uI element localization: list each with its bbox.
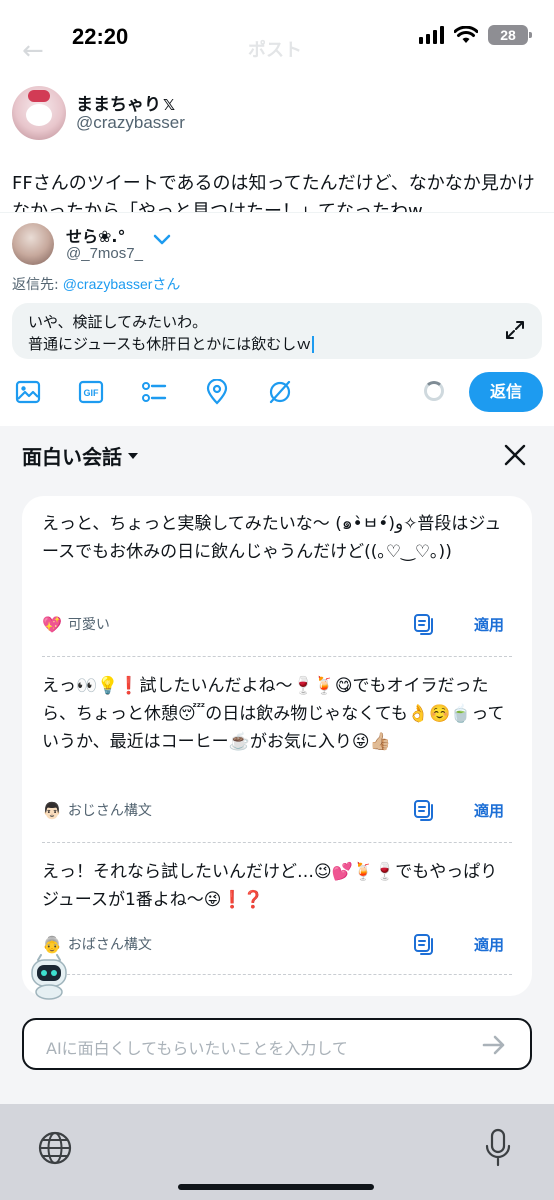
back-arrow-icon[interactable]: ← — [22, 36, 44, 66]
ai-assist-icon[interactable] — [267, 379, 293, 405]
apply-button[interactable]: 適用 — [474, 800, 504, 821]
status-icons: 28 — [419, 25, 532, 45]
reply-text-line: 普通にジュースも休肝日とかには飲むしｗ — [28, 333, 315, 354]
suggestions-list[interactable]: えっと、ちょっと実験してみたいな〜 (๑•̀ㅂ•́)و✧普段はジュースでもお休み… — [22, 496, 532, 996]
status-time: 22:20 — [72, 24, 129, 49]
copy-icon[interactable] — [412, 798, 436, 822]
reply-text-field[interactable]: いや、検証してみたいわ。 普通にジュースも休肝日とかには飲むしｗ — [12, 303, 542, 359]
text-caret — [312, 336, 315, 353]
robot-mascot-icon[interactable] — [24, 954, 74, 1000]
caret-down-icon — [128, 452, 138, 459]
tone-selector[interactable]: 面白い会話 — [22, 441, 138, 470]
wifi-icon — [454, 26, 478, 43]
reply-button[interactable]: 返信 — [469, 372, 543, 412]
divider — [42, 842, 512, 843]
status-bar: ← ポスト 22:20 28 — [0, 0, 554, 74]
suggestion-tag: 💖 可愛い — [42, 612, 110, 636]
battery-icon: 28 — [488, 25, 532, 45]
account-display-name[interactable]: せら❀.° — [66, 223, 126, 247]
keyboard-bar — [0, 1104, 554, 1200]
author-name: ままちゃり 𝕏 — [76, 90, 175, 115]
reply-text-line: いや、検証してみたいわ。 — [28, 313, 208, 331]
home-indicator — [178, 1184, 374, 1190]
apply-button[interactable]: 適用 — [474, 614, 504, 635]
svg-text:GIF: GIF — [84, 388, 100, 398]
verified-badge-icon: 𝕏 — [163, 96, 176, 114]
microphone-icon[interactable] — [484, 1128, 512, 1168]
cellular-signal-icon — [419, 26, 444, 44]
ai-prompt-input[interactable]: AIに面白くしてもらいたいことを入力して — [22, 1018, 532, 1070]
character-count-ring — [424, 381, 444, 401]
copy-icon[interactable] — [412, 932, 436, 956]
author-handle: @crazybasser — [76, 113, 185, 132]
divider — [42, 974, 512, 975]
reply-composer: せら❀.° @_7mos7_ 返信先: @crazybasserさん いや、検証し… — [0, 212, 554, 426]
panel-title: 面白い会話 — [22, 445, 122, 469]
location-icon[interactable] — [204, 379, 230, 405]
arrow-right-icon[interactable] — [482, 1034, 506, 1056]
ai-prompt-placeholder: AIに面白くしてもらいたいことを入力して — [46, 1039, 348, 1058]
suggestion-text[interactable]: えっ👀💡❗️試したいんだよね〜🍷🍹😋でもオイラだったら、ちょっと休憩😴の日は飲み… — [42, 672, 512, 756]
original-post: ままちゃり 𝕏 @crazybasser FFさんのツイートであるのは知ってたんだ… — [0, 80, 554, 212]
globe-icon[interactable] — [37, 1130, 73, 1166]
header-title: ポスト — [248, 40, 302, 61]
man-face-icon: 👨🏻 — [42, 800, 62, 820]
chevron-down-icon[interactable] — [152, 233, 172, 247]
expand-icon[interactable] — [504, 319, 526, 341]
apply-button[interactable]: 適用 — [474, 934, 504, 955]
ai-suggestions-panel: 面白い会話 えっと、ちょっと実験してみたいな〜 (๑•̀ㅂ•́)و✧普段はジュー… — [0, 426, 554, 1104]
older-woman-icon: 👵 — [42, 934, 62, 954]
poll-icon[interactable] — [141, 379, 167, 405]
account-handle[interactable]: @_7mos7_ — [66, 245, 143, 262]
close-icon[interactable] — [502, 442, 528, 468]
author-display-name: ままちゃり — [76, 95, 161, 115]
gif-icon[interactable]: GIF — [78, 379, 104, 405]
replying-to-mention[interactable]: @crazybasser — [63, 276, 153, 292]
suggestion-tag: 👵 おばさん構文 — [42, 932, 152, 956]
suggestion-style-label: おじさん構文 — [67, 803, 152, 819]
suggestion-style-label: 可愛い — [67, 617, 110, 633]
suggestion-text[interactable]: えっ！それなら試したいんだけど…😉💕🍹🍷でもやっぱりジュースが1番よね〜😜❗️❓ — [42, 858, 512, 914]
avatar[interactable] — [12, 223, 54, 265]
heart-icon: 💖 — [42, 614, 62, 634]
replying-to: 返信先: @crazybasserさん — [12, 274, 180, 294]
reply-text-line-content: 普通にジュースも休肝日とかには飲むしｗ — [28, 335, 312, 353]
replying-to-label: 返信先: — [12, 277, 59, 293]
suggestion-text[interactable]: えっと、ちょっと実験してみたいな〜 (๑•̀ㅂ•́)و✧普段はジュースでもお休み… — [42, 510, 512, 566]
replying-to-suffix: さん — [152, 277, 181, 293]
image-icon[interactable] — [15, 379, 41, 405]
copy-icon[interactable] — [412, 612, 436, 636]
avatar[interactable] — [12, 86, 66, 140]
divider — [42, 656, 512, 657]
suggestion-style-label: おばさん構文 — [67, 937, 152, 953]
suggestion-tag: 👨🏻 おじさん構文 — [42, 798, 152, 822]
post-text: FFさんのツイートであるのは知ってたんだけど、なかなか見かけなかったから「やっと… — [12, 173, 535, 212]
